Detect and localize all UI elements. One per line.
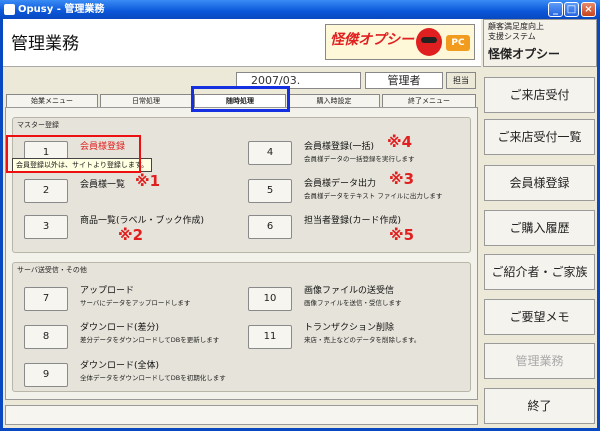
upload-desc: サーバにデータをアップロードします bbox=[80, 299, 191, 307]
nav-member-registration[interactable]: 会員様登録 bbox=[484, 165, 595, 201]
user-field: 管理者 bbox=[365, 72, 443, 89]
maximize-button[interactable]: □ bbox=[564, 2, 579, 17]
nav-referrer-family[interactable]: ご紹介者・ご家族 bbox=[484, 254, 595, 290]
annotation-mark-5: ※5 bbox=[389, 226, 415, 244]
nav-visit-reception[interactable]: ご来店受付 bbox=[484, 77, 595, 113]
nav-visit-list[interactable]: ご来店受付一覧 bbox=[484, 119, 595, 155]
title-bar: Opusy - 管理業務 _ □ × bbox=[0, 0, 600, 19]
master-button-2[interactable]: 2 bbox=[24, 179, 68, 203]
page-title: 管理業務 bbox=[11, 34, 79, 54]
header: 管理業務 怪傑オプシー PC bbox=[3, 19, 481, 67]
bulk-registration-desc: 会員様データの一括登録を実行します bbox=[304, 155, 415, 163]
member-list-label: 会員様一覧 bbox=[80, 180, 126, 190]
annotation-red-box bbox=[6, 135, 141, 173]
product-list-label: 商品一覧(ラベル・ブック作成) bbox=[80, 216, 205, 226]
master-button-3[interactable]: 3 bbox=[24, 215, 68, 239]
tab-daily[interactable]: 日常処理 bbox=[100, 94, 192, 107]
upload-label: アップロード bbox=[80, 286, 135, 296]
master-button-6[interactable]: 6 bbox=[248, 215, 292, 239]
server-group-title: サーバ送受信・その他 bbox=[17, 266, 87, 274]
server-button-9[interactable]: 9 bbox=[24, 363, 68, 387]
annotation-mark-1: ※1 bbox=[135, 172, 161, 190]
master-button-5[interactable]: 5 bbox=[248, 179, 292, 203]
minimize-button[interactable]: _ bbox=[548, 2, 563, 17]
master-group-title: マスター登録 bbox=[17, 121, 59, 129]
data-export-desc: 会員様データをテキスト ファイルに出力します bbox=[304, 192, 443, 200]
annotation-blue-box bbox=[191, 86, 290, 112]
nav-request-memo[interactable]: ご要望メモ bbox=[484, 299, 595, 335]
server-button-10[interactable]: 10 bbox=[248, 287, 292, 311]
tab-closing[interactable]: 終了メニュー bbox=[382, 94, 476, 107]
master-button-4[interactable]: 4 bbox=[248, 141, 292, 165]
tab-purchase-settings[interactable]: 購入時設定 bbox=[288, 94, 380, 107]
image-transfer-label: 画像ファイルの送受信 bbox=[304, 286, 395, 296]
system-name: 怪傑オプシー bbox=[488, 47, 561, 61]
download-diff-label: ダウンロード(差分) bbox=[80, 323, 160, 333]
data-export-label: 会員様データ出力 bbox=[304, 179, 377, 189]
annotation-mark-4: ※4 bbox=[387, 133, 413, 151]
server-button-11[interactable]: 11 bbox=[248, 325, 292, 349]
transaction-delete-desc: 来店・売上などのデータを削除します。 bbox=[304, 336, 421, 344]
annotation-mark-2: ※2 bbox=[118, 226, 144, 244]
mask-icon bbox=[416, 28, 442, 56]
nav-exit[interactable]: 終了 bbox=[484, 388, 595, 424]
close-button[interactable]: × bbox=[581, 2, 596, 17]
staff-registration-label: 担当者登録(カード作成) bbox=[304, 216, 402, 226]
logo-text: 怪傑オプシー bbox=[330, 32, 414, 48]
role-button[interactable]: 担当 bbox=[446, 72, 476, 89]
nav-admin: 管理業務 bbox=[484, 343, 595, 379]
download-diff-desc: 差分データをダウンロードしてDBを更新します bbox=[80, 336, 220, 344]
system-line1: 顧客満足度向上 bbox=[488, 22, 544, 31]
system-box: 顧客満足度向上 支援システム 怪傑オプシー bbox=[483, 19, 597, 67]
download-all-desc: 全体データをダウンロードしてDBを初期化します bbox=[80, 374, 226, 382]
system-line2: 支援システム bbox=[488, 32, 536, 41]
server-button-8[interactable]: 8 bbox=[24, 325, 68, 349]
annotation-mark-3: ※3 bbox=[389, 170, 415, 188]
logo: 怪傑オプシー PC bbox=[325, 24, 475, 60]
nav-purchase-history[interactable]: ご購入履歴 bbox=[484, 210, 595, 246]
app-icon bbox=[4, 4, 15, 15]
transaction-delete-label: トランザクション削除 bbox=[304, 323, 395, 333]
server-button-7[interactable]: 7 bbox=[24, 287, 68, 311]
status-bar bbox=[5, 405, 478, 425]
download-all-label: ダウンロード(全体) bbox=[80, 361, 160, 371]
logo-pc: PC bbox=[446, 35, 470, 51]
window-title: Opusy - 管理業務 bbox=[18, 4, 105, 15]
bulk-registration-label: 会員様登録(一括) bbox=[304, 142, 375, 152]
image-transfer-desc: 画像ファイルを送信・受信します bbox=[304, 299, 402, 307]
tab-opening[interactable]: 始業メニュー bbox=[6, 94, 98, 107]
